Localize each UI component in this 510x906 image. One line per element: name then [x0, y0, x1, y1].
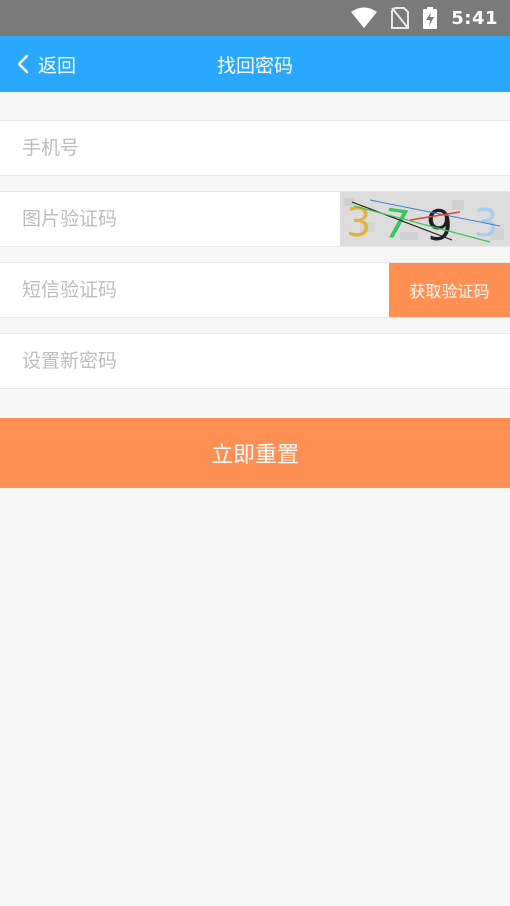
nav-bar: 找回密码 返回	[0, 36, 510, 92]
battery-charging-icon	[423, 7, 438, 29]
page-title: 找回密码	[216, 54, 293, 77]
status-bar: 5:41	[0, 0, 510, 36]
status-icons: 5:41	[351, 6, 498, 30]
new-password-input[interactable]	[22, 334, 322, 388]
captcha-field: 3 7 9 3	[0, 191, 510, 247]
captcha-image[interactable]: 3 7 9 3	[340, 192, 510, 246]
reset-button[interactable]: 立即重置	[0, 418, 510, 488]
sms-field: 获取验证码	[0, 262, 510, 318]
get-sms-code-button[interactable]: 获取验证码	[389, 263, 510, 317]
back-button[interactable]: 返回	[16, 36, 76, 92]
password-field	[0, 333, 510, 389]
sms-code-input[interactable]	[22, 263, 322, 317]
back-label: 返回	[38, 54, 77, 77]
wifi-icon	[351, 7, 378, 28]
phone-input[interactable]	[22, 121, 322, 175]
status-time: 5:41	[451, 7, 498, 29]
phone-field	[0, 120, 510, 176]
no-sim-icon	[391, 7, 410, 29]
chevron-left-icon	[17, 54, 29, 74]
captcha-input[interactable]	[22, 192, 322, 246]
